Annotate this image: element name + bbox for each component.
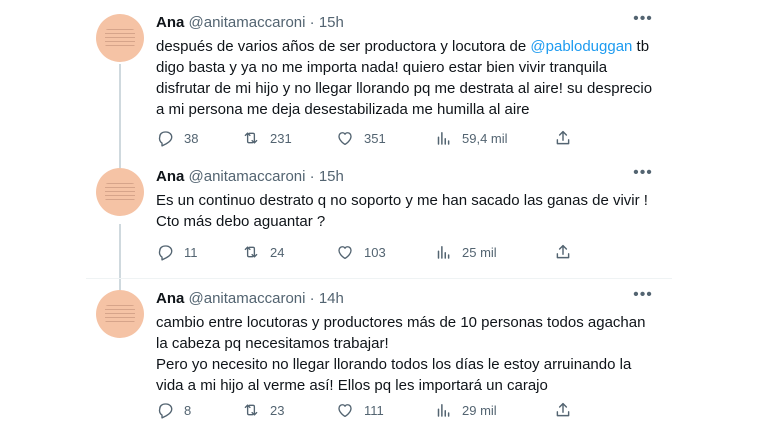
retweet-count: 23 bbox=[270, 402, 285, 418]
author-handle[interactable]: @anitamaccaroni bbox=[189, 168, 306, 185]
retweet-button[interactable]: 24 bbox=[242, 242, 284, 262]
author-name[interactable]: Ana bbox=[156, 168, 184, 185]
tweet-text-part: después de varios años de ser productora… bbox=[156, 38, 531, 55]
reply-icon bbox=[158, 131, 173, 147]
share-icon bbox=[556, 402, 570, 417]
separator-dot: · bbox=[309, 290, 315, 307]
views-button[interactable]: 59,4 mil bbox=[434, 128, 508, 148]
like-count: 103 bbox=[364, 244, 386, 260]
views-chart-icon bbox=[437, 132, 450, 145]
author-handle[interactable]: @anitamaccaroni bbox=[189, 14, 306, 31]
share-button[interactable] bbox=[554, 400, 572, 420]
tweet-header: Ana @anitamaccaroni · 15h bbox=[156, 167, 344, 187]
avatar-image bbox=[105, 29, 135, 47]
views-chart-icon bbox=[437, 404, 450, 417]
reply-icon bbox=[158, 403, 173, 419]
tweet-header: Ana @anitamaccaroni · 14h bbox=[156, 289, 344, 309]
views-count: 59,4 mil bbox=[462, 130, 508, 146]
tweet-actions: 8 23 111 29 mil bbox=[156, 400, 576, 420]
separator-dot: · bbox=[309, 14, 315, 31]
author-name[interactable]: Ana bbox=[156, 290, 184, 307]
like-count: 351 bbox=[364, 130, 386, 146]
timestamp[interactable]: 15h bbox=[319, 14, 344, 31]
timestamp[interactable]: 15h bbox=[319, 168, 344, 185]
reply-button[interactable]: 8 bbox=[156, 400, 191, 420]
avatar-image bbox=[105, 305, 135, 323]
tweet-text-part: cambio entre locutoras y productores más… bbox=[156, 314, 646, 352]
more-options-icon[interactable]: ••• bbox=[632, 11, 654, 30]
retweet-icon bbox=[244, 404, 258, 416]
like-button[interactable]: 111 bbox=[336, 400, 384, 420]
tweet-actions: 11 24 103 25 mil bbox=[156, 242, 576, 262]
retweet-icon bbox=[244, 132, 258, 144]
share-icon bbox=[556, 130, 570, 145]
like-button[interactable]: 351 bbox=[336, 128, 386, 148]
heart-icon bbox=[338, 246, 352, 260]
retweet-button[interactable]: 231 bbox=[242, 128, 292, 148]
like-count: 111 bbox=[364, 402, 384, 418]
tweet-text-part: Pero yo necesito no llegar llorando todo… bbox=[156, 356, 632, 394]
views-count: 29 mil bbox=[462, 402, 497, 418]
views-button[interactable]: 29 mil bbox=[434, 400, 497, 420]
reply-count: 8 bbox=[184, 402, 192, 418]
views-button[interactable]: 25 mil bbox=[434, 242, 497, 262]
divider bbox=[86, 278, 672, 279]
timestamp[interactable]: 14h bbox=[319, 290, 344, 307]
tweet-text-part: Es un continuo destrato q no soporto y m… bbox=[156, 192, 648, 230]
tweet-text: después de varios años de ser productora… bbox=[156, 36, 656, 120]
tweet-3[interactable]: Ana @anitamaccaroni · 14h ••• cambio ent… bbox=[86, 282, 672, 428]
reply-button[interactable]: 11 bbox=[156, 242, 198, 262]
author-handle[interactable]: @anitamaccaroni bbox=[189, 290, 306, 307]
avatar[interactable] bbox=[96, 168, 144, 216]
reply-count: 11 bbox=[184, 244, 198, 260]
tweet-1[interactable]: Ana @anitamaccaroni · 15h ••• después de… bbox=[86, 6, 672, 160]
more-options-icon[interactable]: ••• bbox=[632, 287, 654, 306]
heart-icon bbox=[338, 132, 352, 146]
reply-button[interactable]: 38 bbox=[156, 128, 198, 148]
views-chart-icon bbox=[437, 246, 450, 259]
retweet-count: 24 bbox=[270, 244, 285, 260]
share-icon bbox=[556, 244, 570, 259]
heart-icon bbox=[338, 404, 352, 418]
reply-count: 38 bbox=[184, 130, 199, 146]
reply-icon bbox=[158, 245, 173, 261]
share-button[interactable] bbox=[554, 242, 572, 262]
retweet-button[interactable]: 23 bbox=[242, 400, 284, 420]
views-count: 25 mil bbox=[462, 244, 497, 260]
tweet-thread: Ana @anitamaccaroni · 15h ••• después de… bbox=[86, 0, 672, 430]
mention-link[interactable]: @pabloduggan bbox=[530, 38, 632, 55]
more-options-icon[interactable]: ••• bbox=[632, 165, 654, 184]
avatar-image bbox=[105, 183, 135, 201]
tweet-actions: 38 231 351 59,4 mil bbox=[156, 128, 576, 148]
tweet-header: Ana @anitamaccaroni · 15h bbox=[156, 13, 344, 33]
tweet-text: Es un continuo destrato q no soporto y m… bbox=[156, 190, 656, 232]
tweet-2[interactable]: Ana @anitamaccaroni · 15h ••• Es un cont… bbox=[86, 160, 672, 272]
tweet-text: cambio entre locutoras y productores más… bbox=[156, 312, 656, 396]
retweet-icon bbox=[244, 246, 258, 258]
avatar[interactable] bbox=[96, 290, 144, 338]
share-button[interactable] bbox=[554, 128, 572, 148]
separator-dot: · bbox=[309, 168, 315, 185]
avatar[interactable] bbox=[96, 14, 144, 62]
retweet-count: 231 bbox=[270, 130, 292, 146]
like-button[interactable]: 103 bbox=[336, 242, 386, 262]
author-name[interactable]: Ana bbox=[156, 14, 184, 31]
